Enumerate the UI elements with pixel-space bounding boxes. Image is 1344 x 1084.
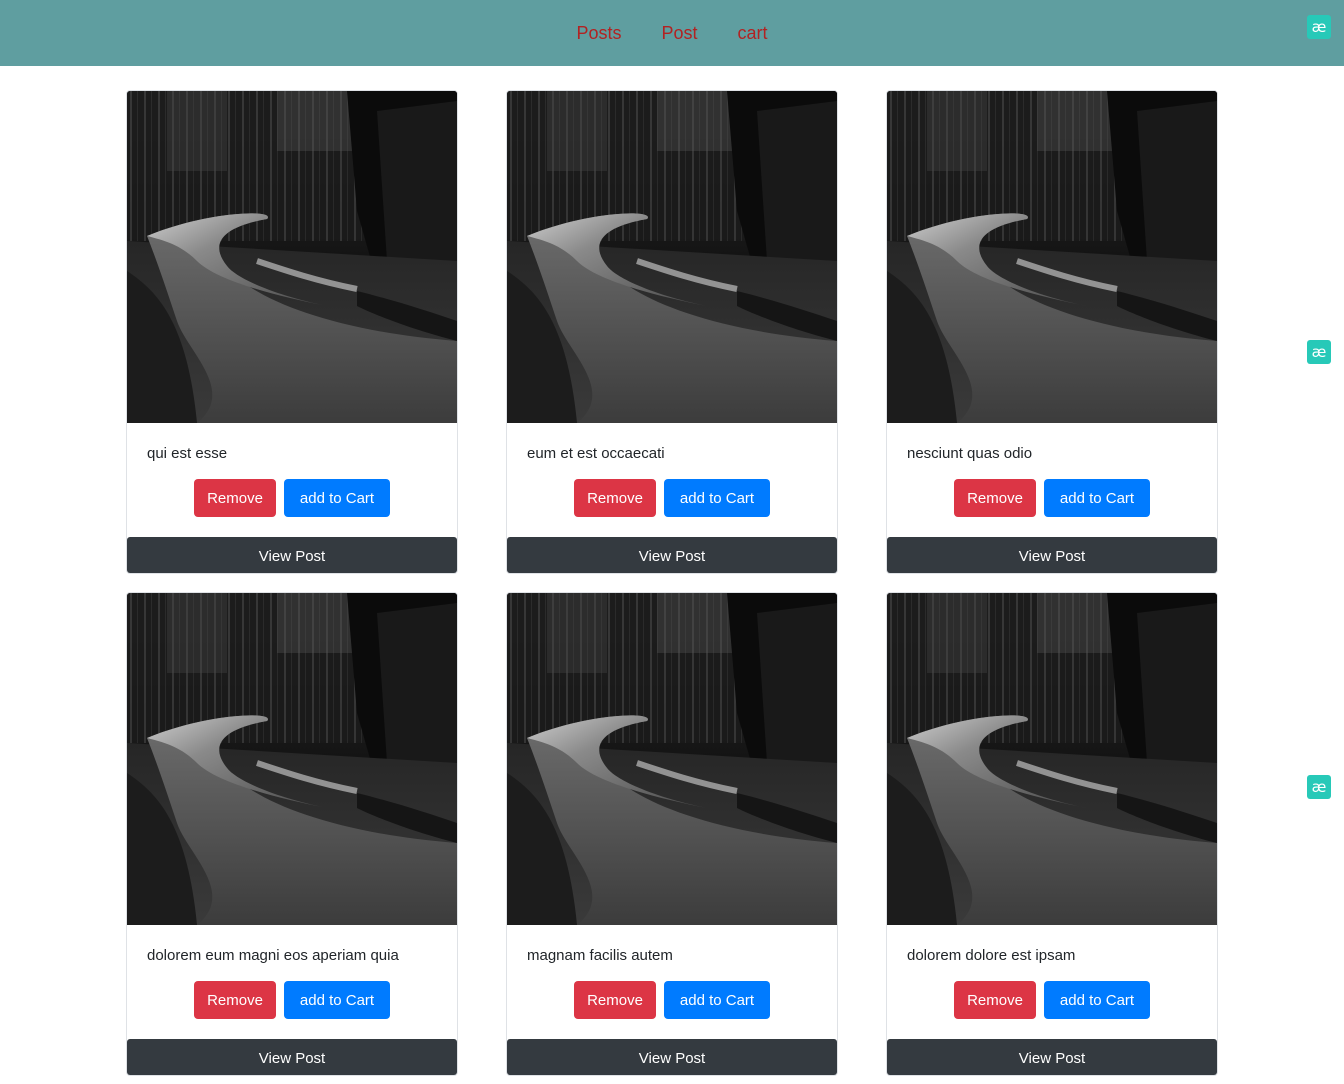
add-to-cart-button[interactable]: add to Cart: [1044, 479, 1150, 517]
post-title: nesciunt quas odio: [907, 445, 1033, 462]
post-card: dolorem dolore est ipsam Remove add to C…: [886, 592, 1218, 1076]
add-to-cart-button[interactable]: add to Cart: [1044, 981, 1150, 1019]
post-image: [887, 91, 1217, 423]
post-title: dolorem eum magni eos aperiam quia: [147, 947, 399, 964]
remove-button[interactable]: Remove: [954, 479, 1036, 517]
remove-button[interactable]: Remove: [194, 479, 276, 517]
add-to-cart-button[interactable]: add to Cart: [664, 981, 770, 1019]
nav-link-cart[interactable]: cart: [718, 0, 788, 66]
post-card: dolorem eum magni eos aperiam quia Remov…: [126, 592, 458, 1076]
view-post-button[interactable]: View Post: [507, 1039, 837, 1075]
top-navbar: Posts Post cart: [0, 0, 1344, 66]
view-post-button[interactable]: View Post: [887, 537, 1217, 573]
card-actions: Remove add to Cart: [887, 981, 1217, 1019]
nav-link-post[interactable]: Post: [641, 0, 717, 66]
extension-ae-icon[interactable]: æ: [1307, 775, 1331, 799]
nav-link-posts[interactable]: Posts: [556, 0, 641, 66]
remove-button[interactable]: Remove: [574, 981, 656, 1019]
remove-button[interactable]: Remove: [954, 981, 1036, 1019]
post-image: [127, 593, 457, 925]
card-actions: Remove add to Cart: [887, 479, 1217, 517]
post-title: qui est esse: [147, 445, 228, 462]
post-title: magnam facilis autem: [527, 947, 673, 964]
remove-button[interactable]: Remove: [574, 479, 656, 517]
extension-ae-icon[interactable]: æ: [1307, 15, 1331, 39]
view-post-button[interactable]: View Post: [127, 1039, 457, 1075]
card-actions: Remove add to Cart: [507, 479, 837, 517]
remove-button[interactable]: Remove: [194, 981, 276, 1019]
view-post-button[interactable]: View Post: [507, 537, 837, 573]
post-image: [507, 593, 837, 925]
add-to-cart-button[interactable]: add to Cart: [284, 479, 390, 517]
post-card: qui est esse Remove add to Cart View Pos…: [126, 90, 458, 574]
post-title: dolorem dolore est ipsam: [907, 947, 1076, 964]
card-actions: Remove add to Cart: [127, 479, 457, 517]
post-card: nesciunt quas odio Remove add to Cart Vi…: [886, 90, 1218, 574]
add-to-cart-button[interactable]: add to Cart: [284, 981, 390, 1019]
nav-links: Posts Post cart: [0, 0, 1344, 66]
post-image: [127, 91, 457, 423]
post-image: [507, 91, 837, 423]
card-actions: Remove add to Cart: [127, 981, 457, 1019]
post-title: eum et est occaecati: [527, 445, 665, 462]
view-post-button[interactable]: View Post: [887, 1039, 1217, 1075]
view-post-button[interactable]: View Post: [127, 537, 457, 573]
add-to-cart-button[interactable]: add to Cart: [664, 479, 770, 517]
post-card: magnam facilis autem Remove add to Cart …: [506, 592, 838, 1076]
post-card: eum et est occaecati Remove add to Cart …: [506, 90, 838, 574]
extension-ae-icon[interactable]: æ: [1307, 340, 1331, 364]
post-image: [887, 593, 1217, 925]
card-actions: Remove add to Cart: [507, 981, 837, 1019]
